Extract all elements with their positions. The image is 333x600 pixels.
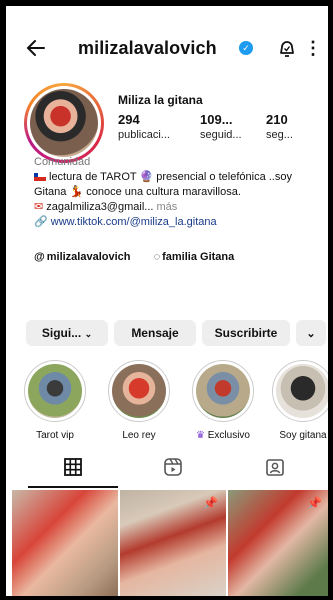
post-thumbnail[interactable] (12, 490, 118, 596)
profile-screen: milizalavalovich ✓ ⋮ Miliza la gitana 29… (6, 6, 328, 596)
highlight-label: Leo rey (122, 430, 156, 441)
profile-username: milizalavalovich (78, 38, 217, 58)
screen-edge (328, 0, 333, 600)
following-count: 210 (266, 112, 288, 127)
profile-bio: lectura de TAROT 🔮 presencial o telefóni… (34, 170, 326, 230)
posts-label: publicaci... (118, 129, 170, 141)
chat-bubble-icon: ◌ (153, 251, 161, 263)
community-link[interactable]: ◌ familia Gitana (154, 251, 245, 263)
chile-flag-icon (34, 173, 46, 182)
top-bar: milizalavalovich ✓ ⋮ (6, 30, 328, 66)
following-stat[interactable]: 210 seg... (266, 112, 293, 141)
following-label: seg... (266, 129, 293, 141)
posts-stat[interactable]: 294 publicaci... (118, 112, 170, 141)
profile-links-row: @ milizalavalovich ◌ familia Gitana (34, 251, 254, 263)
highlight-item[interactable]: Soy gitana (272, 360, 328, 441)
followers-stat[interactable]: 109... seguid... (200, 112, 242, 141)
threads-icon: @ (34, 251, 45, 263)
highlight-thumbnail (112, 364, 166, 418)
bio-line-1: lectura de TAROT 🔮 presencial o telefóni… (49, 171, 292, 183)
notification-bell-icon[interactable] (276, 38, 298, 60)
highlight-item[interactable]: Tarot vip (24, 360, 86, 441)
post-thumbnail[interactable]: 📌 (228, 490, 328, 596)
highlight-label: Tarot vip (36, 430, 74, 441)
profile-category: Comunidad (34, 156, 91, 168)
tagged-tab-icon[interactable] (264, 456, 286, 478)
more-options-icon[interactable]: ⋮ (304, 36, 322, 60)
bio-more-link[interactable]: más (157, 201, 178, 213)
pin-icon: 📌 (307, 496, 322, 510)
display-name: Miliza la gitana (118, 93, 203, 107)
highlight-label: Exclusivo (207, 430, 250, 441)
following-button[interactable]: Sigui... ⌄ (26, 320, 108, 346)
verified-badge-icon: ✓ (239, 41, 253, 55)
avatar[interactable] (24, 83, 104, 163)
highlight-label: Soy gitana (279, 430, 327, 441)
post-thumbnail[interactable]: 📌 (120, 490, 226, 596)
suggested-dropdown-button[interactable]: ⌄ (296, 320, 326, 346)
highlight-thumbnail (196, 364, 250, 418)
posts-count: 294 (118, 112, 140, 127)
link-icon: 🔗 (34, 216, 48, 228)
followers-label: seguid... (200, 129, 242, 141)
bio-email: zagalmiliza3@gmail... (46, 201, 154, 213)
active-tab-indicator (28, 486, 118, 488)
highlight-item[interactable]: ♛ Exclusivo (192, 360, 254, 441)
highlight-caption: ♛ Exclusivo (192, 430, 254, 441)
community-label: familia Gitana (162, 251, 235, 263)
bio-link[interactable]: www.tiktok.com/@miliza_la.gitana (51, 216, 217, 228)
following-button-label: Sigui... (41, 326, 82, 340)
crown-icon: ♛ (196, 430, 205, 441)
threads-handle: milizalavalovich (46, 251, 131, 263)
highlight-thumbnail (276, 364, 328, 418)
highlight-item[interactable]: Leo rey (108, 360, 170, 441)
message-button[interactable]: Mensaje (114, 320, 196, 346)
chevron-down-icon: ⌄ (306, 328, 316, 340)
back-arrow-icon[interactable] (24, 36, 48, 60)
followers-count: 109... (200, 112, 233, 127)
reels-tab-icon[interactable] (162, 456, 184, 478)
grid-tab-icon[interactable] (62, 456, 84, 478)
subscribe-button[interactable]: Suscribirte (202, 320, 290, 346)
highlight-thumbnail (28, 364, 82, 418)
mailbox-icon: ✉ (34, 201, 44, 213)
chevron-down-icon: ⌄ (84, 329, 93, 339)
bio-line-2: Gitana 💃 conoce una cultura maravillosa. (34, 186, 241, 198)
threads-link[interactable]: @ milizalavalovich (34, 251, 144, 263)
pin-icon: 📌 (203, 496, 218, 510)
